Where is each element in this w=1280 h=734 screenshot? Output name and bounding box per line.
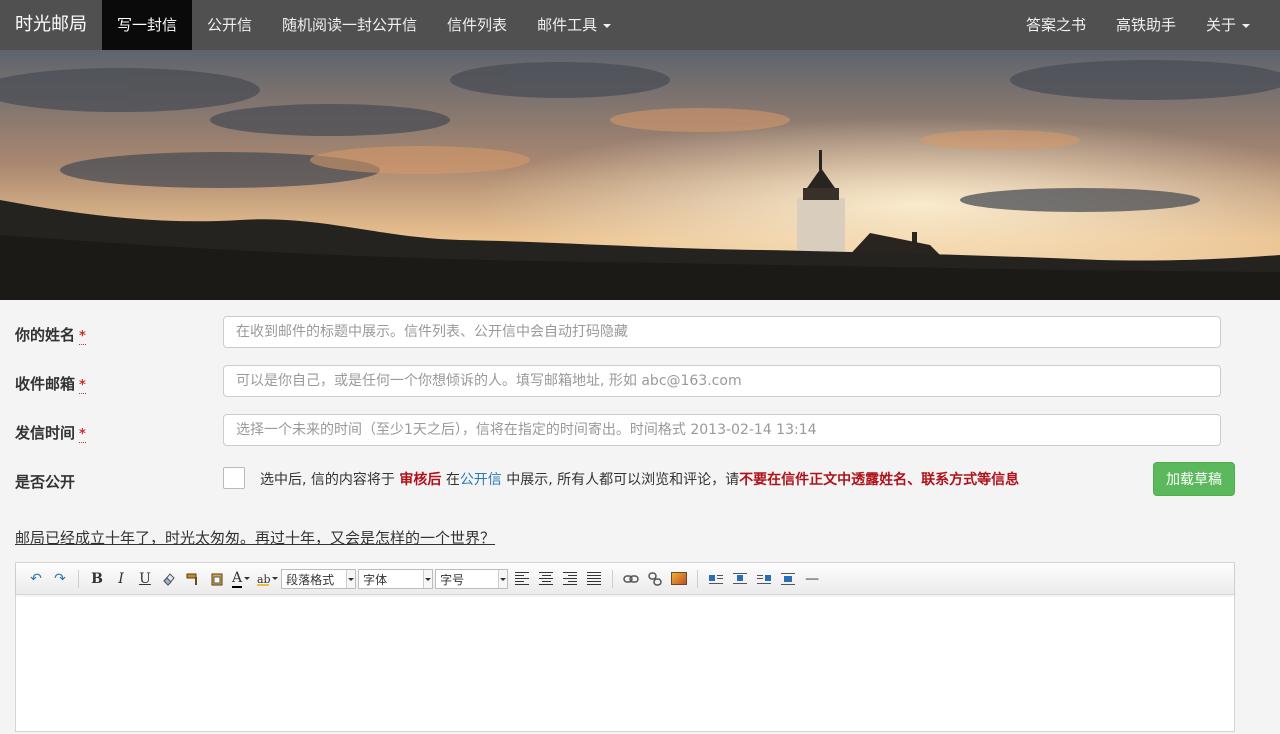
name-input[interactable] <box>223 316 1221 348</box>
email-label-text: 收件邮箱 <box>15 375 76 393</box>
bold-icon[interactable]: B <box>85 568 109 590</box>
nav-mail-tools[interactable]: 邮件工具 <box>522 0 626 50</box>
highlight-icon: ab <box>257 573 270 586</box>
nav-letter-list[interactable]: 信件列表 <box>432 0 522 50</box>
paste-plain-icon[interactable] <box>205 568 229 590</box>
hero-banner-image <box>0 50 1280 300</box>
nav-random-public-letter[interactable]: 随机阅读一封公开信 <box>267 0 432 50</box>
align-justify-icon[interactable] <box>582 568 606 590</box>
paragraph-format-select[interactable]: 段落格式 <box>281 568 357 589</box>
caret-down-icon <box>272 577 279 580</box>
align-right-icon[interactable] <box>558 568 582 590</box>
unlink-icon[interactable] <box>643 568 667 590</box>
font-size-value: 字号 <box>440 572 465 587</box>
editor-content-area[interactable] <box>16 595 1234 734</box>
link-icon[interactable] <box>619 568 643 590</box>
lighthouse-sunset-image <box>0 50 1280 300</box>
eraser-icon[interactable] <box>157 568 181 590</box>
caret-down-icon <box>603 23 612 28</box>
privacy-warning: 不要在信件正文中透露姓名、联系方式等信息 <box>739 472 1020 488</box>
load-draft-button[interactable]: 加载草稿 <box>1153 462 1235 496</box>
align-center-icon[interactable] <box>534 568 558 590</box>
required-marker: * <box>79 427 86 443</box>
font-color-icon: A <box>232 569 243 588</box>
format-painter-icon[interactable] <box>181 568 205 590</box>
select-arrow-icon <box>423 569 433 588</box>
public-text-1: 选中后, 信的内容将于 <box>260 472 395 488</box>
paragraph-format-value: 段落格式 <box>286 572 335 587</box>
image-float-right-icon[interactable] <box>752 568 776 590</box>
caret-down-icon <box>1242 23 1250 28</box>
brand-logo[interactable]: 时光邮局 <box>15 0 87 50</box>
email-input[interactable] <box>223 365 1221 397</box>
redo-icon[interactable]: ↷ <box>48 568 72 590</box>
public-label: 是否公开 <box>15 473 76 491</box>
name-label-text: 你的姓名 <box>15 326 76 344</box>
name-label: 你的姓名 * <box>15 324 86 345</box>
nav-right: 答案之书 高铁助手 关于 <box>1011 0 1265 50</box>
rich-text-editor: ↶ ↷ B I U A ab 段落格式 字体 字号 — <box>15 562 1235 732</box>
required-marker: * <box>79 378 86 394</box>
underline-icon[interactable]: U <box>133 568 157 590</box>
send-time-input[interactable] <box>223 414 1221 446</box>
email-label: 收件邮箱 * <box>15 373 86 394</box>
image-center-icon[interactable] <box>776 568 800 590</box>
toolbar-divider <box>697 569 699 588</box>
tagline-link[interactable]: 邮局已经成立十年了，时光太匆匆。再过十年，又会是怎样的一个世界？ <box>15 527 495 548</box>
highlight-color-button[interactable]: ab <box>253 568 281 590</box>
select-arrow-icon <box>498 569 508 588</box>
undo-icon[interactable]: ↶ <box>24 568 48 590</box>
horizontal-rule-icon[interactable]: — <box>800 568 824 590</box>
send-time-label-text: 发信时间 <box>15 424 76 442</box>
image-float-left-icon[interactable] <box>704 568 728 590</box>
top-navbar: 时光邮局 写一封信 公开信 随机阅读一封公开信 信件列表 邮件工具 答案之书 高… <box>0 0 1280 50</box>
nav-about[interactable]: 关于 <box>1191 0 1265 50</box>
public-text-2: 在 <box>445 472 460 488</box>
font-color-button[interactable]: A <box>229 568 253 590</box>
italic-icon[interactable]: I <box>109 568 133 590</box>
nav-public-letters[interactable]: 公开信 <box>192 0 267 50</box>
nav-book-of-answers[interactable]: 答案之书 <box>1011 0 1101 50</box>
align-left-icon[interactable] <box>510 568 534 590</box>
select-arrow-icon <box>346 569 356 588</box>
send-time-label: 发信时间 * <box>15 422 86 443</box>
image-inline-icon[interactable] <box>728 568 752 590</box>
image-icon[interactable] <box>667 568 691 590</box>
public-description: 选中后, 信的内容将于 审核后 在公开信 中展示, 所有人都可以浏览和评论，请不… <box>223 467 1043 493</box>
review-text: 审核后 <box>399 472 442 488</box>
nav-write-letter[interactable]: 写一封信 <box>102 0 193 50</box>
nav-about-label: 关于 <box>1205 16 1236 34</box>
toolbar-divider <box>78 569 79 588</box>
public-letters-link[interactable]: 公开信 <box>460 472 502 488</box>
font-family-select[interactable]: 字体 <box>358 568 434 589</box>
font-size-select[interactable]: 字号 <box>435 568 509 589</box>
required-marker: * <box>79 329 86 345</box>
editor-toolbar: ↶ ↷ B I U A ab 段落格式 字体 字号 — <box>16 563 1234 595</box>
public-text-3: 中展示, 所有人都可以浏览和评论，请 <box>506 472 740 488</box>
nav-train-helper[interactable]: 高铁助手 <box>1101 0 1191 50</box>
toolbar-divider <box>612 569 614 588</box>
font-family-value: 字体 <box>363 572 388 587</box>
nav-mail-tools-label: 邮件工具 <box>537 16 598 34</box>
caret-down-icon <box>244 577 251 580</box>
nav-left: 写一封信 公开信 随机阅读一封公开信 信件列表 邮件工具 <box>102 0 626 50</box>
